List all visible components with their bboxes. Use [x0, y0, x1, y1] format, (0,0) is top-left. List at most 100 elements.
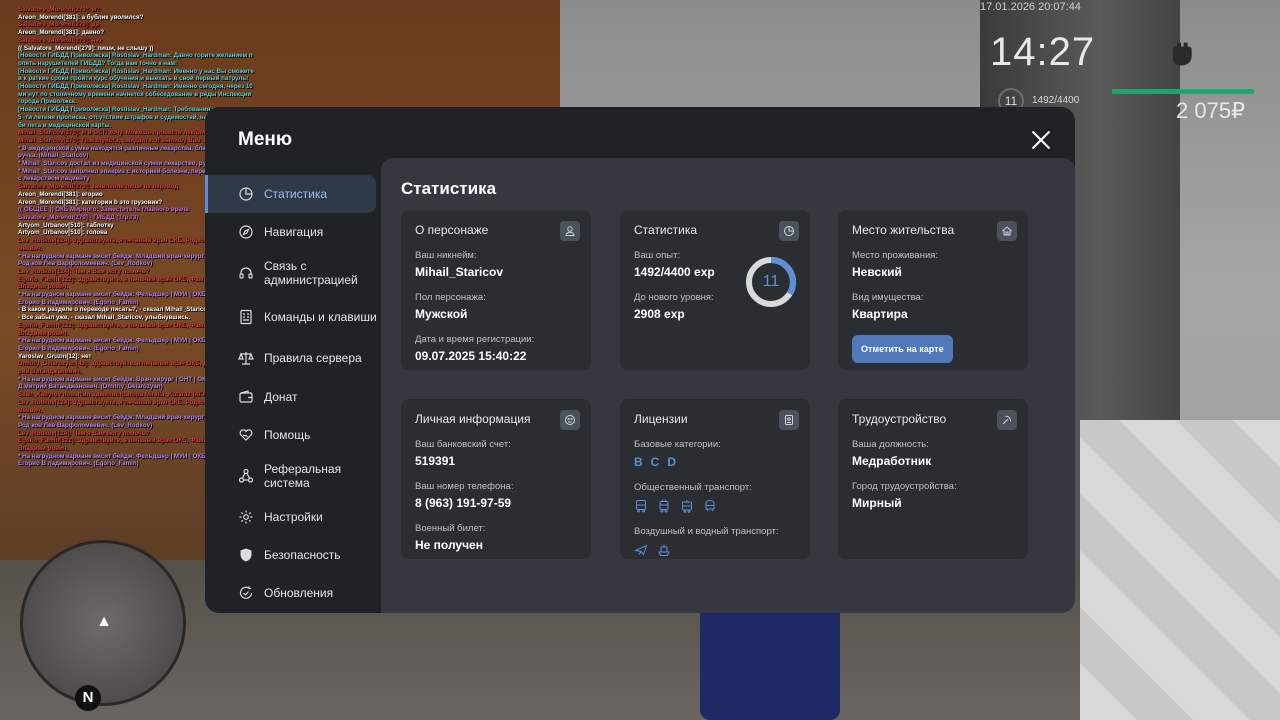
field-label: Город трудоустройства: [852, 481, 957, 492]
menu-title: Меню [238, 129, 293, 150]
card-licenses: Лицензии Базовые категории: BCD Обществе… [620, 399, 810, 559]
pie-chart-icon [238, 186, 254, 202]
id-card-icon [779, 410, 799, 430]
sidebar-item[interactable]: Правила сервера [205, 339, 381, 377]
job-city-value: Мирный [852, 496, 902, 510]
content-title: Статистика [401, 179, 497, 198]
license-category: D [667, 455, 678, 469]
hud-money: 2 075₽ [1176, 98, 1246, 123]
sidebar-item-label: Обновления [264, 586, 334, 601]
menu-sidebar: Статистика Навигация Связь с администрацие… [205, 175, 381, 613]
sidebar-item[interactable]: Обновления [205, 574, 381, 612]
field-label: Общественный транспорт: [634, 482, 752, 493]
plane-icon [634, 543, 648, 557]
gender-value: Мужской [415, 307, 468, 321]
sidebar-item[interactable]: Настройки [205, 498, 381, 536]
card-title: Трудоустройство [852, 412, 947, 426]
sidebar-item[interactable]: Помощь [205, 416, 381, 454]
next-level-value: 2908 exp [634, 307, 685, 321]
refresh-check-icon [238, 585, 254, 601]
military-value: Не получен [415, 538, 483, 552]
chat-line: [Новости ГИБДД Приволжска] Rostislav_Har… [18, 83, 253, 106]
field-label: Ваш банковский счет: [415, 439, 511, 450]
sidebar-item-label: Реферальная система [264, 461, 342, 490]
nickname-value: Mihail_Staricov [415, 265, 504, 279]
sidebar-item[interactable]: Донат [205, 378, 381, 416]
sidebar-item-label: Помощь [264, 427, 311, 442]
card-job: Трудоустройство Ваша должность: Медработ… [838, 399, 1028, 559]
level-progress-ring: 11 [745, 256, 797, 308]
mark-on-map-button[interactable]: Отметить на карте [852, 335, 953, 363]
home-icon [997, 221, 1017, 241]
headset-icon [238, 265, 254, 281]
field-label: Вид имущества: [852, 292, 924, 303]
sidebar-item[interactable]: Статистика [205, 175, 376, 214]
sidebar-item-label: Команды и клавиши [264, 310, 377, 325]
card-title: Место жительства [852, 223, 955, 237]
card-persona: О персонаже Ваш никнейм: Mihail_Staricov… [401, 210, 591, 370]
sidebar-item-label: Связь с администрацией [264, 259, 358, 288]
field-label: Пол персонажа: [415, 292, 486, 303]
hud-datetime: 17.01.2026 20:07:44 [980, 1, 1081, 13]
phone-value: 8 (963) 191-97-59 [415, 496, 512, 510]
field-label: Воздушный и водный транспорт: [634, 526, 779, 537]
sidebar-item[interactable]: Связь с администрацией [205, 251, 381, 295]
position-value: Медработник [852, 454, 932, 468]
sidebar-item-label: Безопасность [264, 548, 341, 563]
bank-value: 519391 [415, 454, 456, 468]
face-icon [560, 410, 580, 430]
network-icon [238, 468, 254, 484]
chat-line: Salvatore_Morendi[279]: да [18, 21, 99, 29]
sidebar-item-label: Статистика [264, 187, 328, 202]
air-water-transport-icons [634, 543, 796, 557]
property-value: Квартира [852, 307, 908, 321]
pie-chart-icon [779, 221, 799, 241]
sidebar-item[interactable]: Безопасность [205, 536, 381, 574]
level-number: 11 [762, 273, 780, 290]
public-transport-icons [634, 499, 796, 513]
field-label: Военный билет: [415, 523, 486, 534]
license-category: C [650, 455, 661, 469]
sidebar-item[interactable]: Реферальная система [205, 454, 381, 498]
player-marker-icon: ▲ [96, 613, 112, 630]
shield-icon [238, 547, 254, 563]
sidebar-item-label: Настройки [264, 510, 323, 525]
chat-line: Salvatore_Morendi[279]: нез [18, 36, 102, 44]
license-categories: BCD [634, 455, 796, 469]
card-title: Личная информация [415, 412, 531, 426]
chat-line: Salvatore_Morendi[279]: м? [18, 6, 100, 13]
place-value: Невский [852, 265, 902, 279]
menu-content: Статистика О персонаже Ваш никнейм: Miha… [381, 158, 1075, 613]
pickaxe-icon [997, 410, 1017, 430]
hud-clock: 14:27 [990, 30, 1096, 74]
user-icon [560, 221, 580, 241]
bus-icon [634, 499, 648, 513]
field-label: Базовые категории: [634, 439, 721, 450]
license-category: B [634, 455, 644, 469]
heart-hand-icon [238, 427, 254, 443]
north-indicator: N [75, 685, 101, 711]
tram-icon [680, 499, 694, 513]
minimap: ▲ N [20, 540, 186, 711]
field-label: Ваш номер телефона: [415, 481, 514, 492]
scales-icon [238, 350, 254, 366]
registration-value: 09.07.2025 15:40:22 [415, 349, 527, 363]
fist-icon [1165, 34, 1197, 74]
chat-line: [Новости ГИБДД Приволжска] Rostislav_Har… [18, 52, 253, 67]
field-label: Ваша должность: [852, 439, 929, 450]
card-title: О персонаже [415, 223, 489, 237]
field-label: Ваш никнейм: [415, 250, 477, 261]
sidebar-item[interactable]: Навигация [205, 213, 381, 251]
hud-health-bar [1112, 89, 1254, 94]
card-personal: Личная информация Ваш банковский счет: 5… [401, 399, 591, 559]
trolleybus-icon [657, 499, 671, 513]
field-label: Место проживания: [852, 250, 939, 261]
menu-window: Меню Статистика Навигация Связь с админист… [205, 107, 1075, 613]
card-residence: Место жительства Место проживания: Невск… [838, 210, 1028, 370]
keyboard-icon [238, 309, 254, 325]
close-icon[interactable] [1029, 128, 1053, 152]
chat-line: [Новости ГИБДД Приволжска] Rostislav_Har… [18, 67, 254, 83]
card-title: Статистика [634, 223, 698, 237]
chat-line: Areon_Morendi[381]: давно? [18, 29, 105, 37]
sidebar-item[interactable]: Команды и клавиши [205, 295, 381, 339]
